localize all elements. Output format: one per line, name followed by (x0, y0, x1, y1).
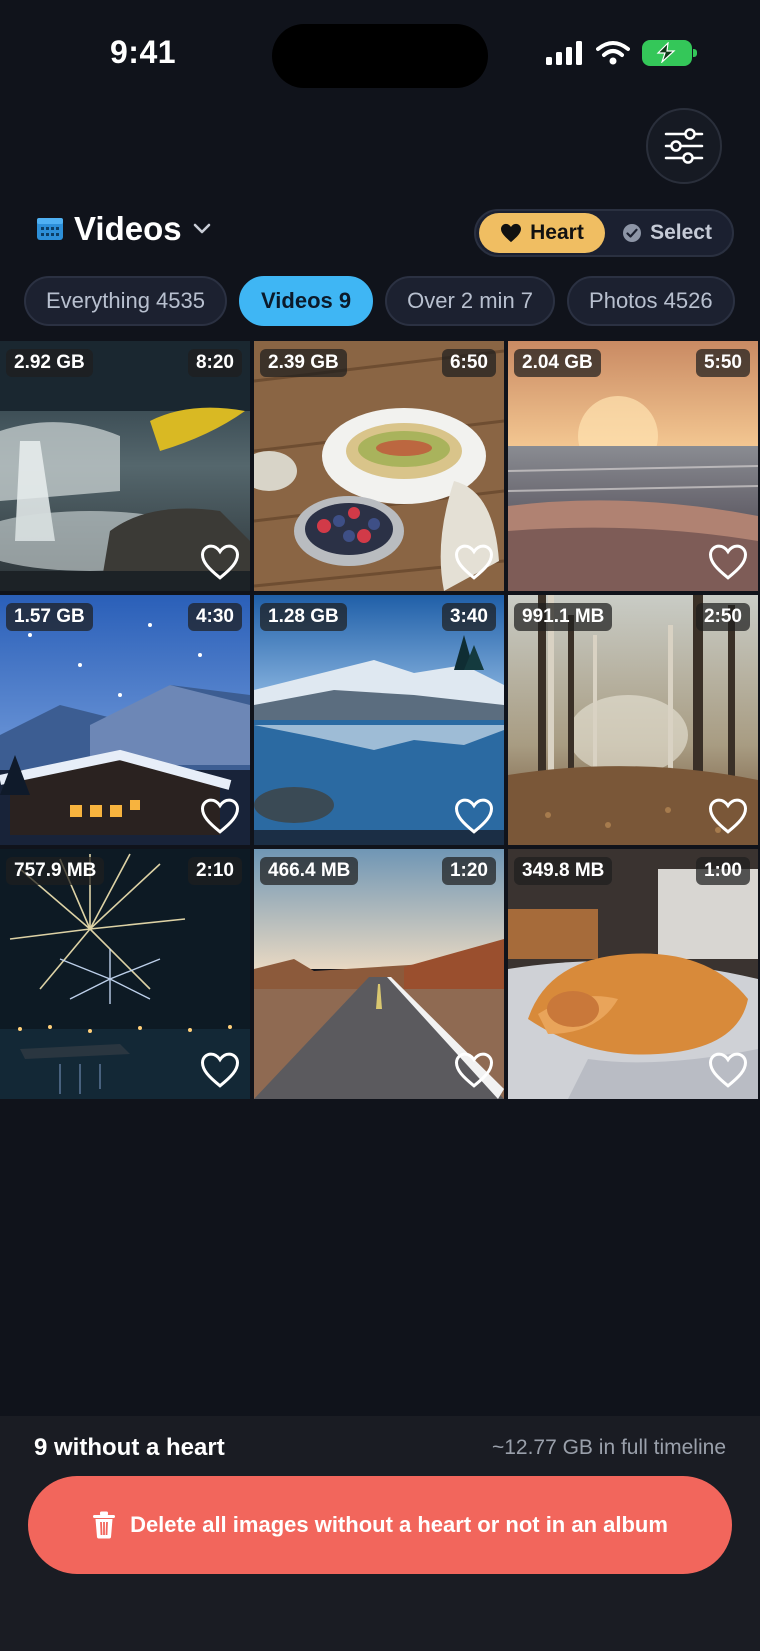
duration-badge: 4:30 (187, 603, 242, 631)
duration-badge: 1:00 (695, 857, 750, 885)
heart-outline-icon[interactable] (200, 543, 240, 581)
duration-badge: 8:20 (187, 349, 242, 377)
file-size-badge: 2.04 GB (514, 349, 601, 377)
heart-outline-icon[interactable] (454, 543, 494, 581)
unhearted-count: 9 without a heart (34, 1434, 225, 1461)
battery-charging-icon (642, 40, 697, 66)
file-size-badge: 2.92 GB (6, 349, 93, 377)
bottom-panel: 9 without a heart ~12.77 GB in full time… (0, 1416, 760, 1651)
duration-badge: 3:40 (441, 603, 496, 631)
heart-outline-icon[interactable] (200, 797, 240, 835)
file-size-badge: 1.28 GB (260, 603, 347, 631)
video-tile-fireworks[interactable]: 757.9 MB 2:10 (0, 849, 250, 1099)
heart-outline-icon[interactable] (454, 1051, 494, 1089)
status-icons (546, 40, 697, 66)
delete-unhearted-button[interactable]: Delete all images without a heart or not… (28, 1476, 732, 1574)
duration-badge: 5:50 (695, 349, 750, 377)
mode-segmented-control: Heart Select (474, 209, 734, 257)
chip-photos[interactable]: Photos 4526 (567, 276, 735, 326)
heart-outline-icon[interactable] (708, 797, 748, 835)
sliders-icon (664, 128, 704, 164)
duration-badge: 6:50 (441, 349, 496, 377)
select-mode-label: Select (650, 221, 712, 244)
chip-everything[interactable]: Everything 4535 (24, 276, 227, 326)
full-timeline-size: ~12.77 GB in full timeline (491, 1436, 726, 1459)
status-time: 9:41 (110, 34, 177, 70)
video-tile-avocado-toast[interactable]: 2.39 GB 6:50 (254, 341, 504, 591)
duration-badge: 1:20 (441, 857, 496, 885)
cellular-signal-icon (546, 41, 582, 65)
heart-mode-button[interactable]: Heart (479, 213, 605, 253)
album-selector[interactable]: Videos (36, 210, 212, 248)
chip-over-2-min[interactable]: Over 2 min 7 (385, 276, 556, 326)
video-tile-snowy-cabin[interactable]: 1.57 GB 4:30 (0, 595, 250, 845)
file-size-badge: 2.39 GB (260, 349, 347, 377)
page-title: Videos (74, 210, 182, 247)
filter-chips: Everything 4535 Videos 9 Over 2 min 7 Ph… (24, 276, 735, 326)
select-mode-button[interactable]: Select (605, 221, 729, 245)
video-tile-autumn-forest[interactable]: 991.1 MB 2:50 (508, 595, 758, 845)
duration-badge: 2:50 (695, 603, 750, 631)
video-tile-mountain-lake[interactable]: 1.28 GB 3:40 (254, 595, 504, 845)
heart-outline-icon[interactable] (708, 1051, 748, 1089)
file-size-badge: 757.9 MB (6, 857, 105, 885)
heart-outline-icon[interactable] (200, 1051, 240, 1089)
video-tile-waterfall[interactable]: 2.92 GB 8:20 (0, 341, 250, 591)
chevron-down-icon (193, 223, 210, 234)
filter-button[interactable] (646, 108, 722, 184)
video-tile-beach-sunset[interactable]: 2.04 GB 5:50 (508, 341, 758, 591)
video-album-icon (37, 218, 63, 240)
media-grid: 2.92 GB 8:20 2.39 GB 6:50 2.04 GB 5:50 1… (0, 341, 760, 1099)
video-tile-desert-road[interactable]: 466.4 MB 1:20 (254, 849, 504, 1099)
file-size-badge: 349.8 MB (514, 857, 613, 885)
trash-icon (93, 1511, 116, 1539)
file-size-badge: 991.1 MB (514, 603, 613, 631)
heart-outline-icon[interactable] (454, 797, 494, 835)
video-tile-sleeping-dog[interactable]: 349.8 MB 1:00 (508, 849, 758, 1099)
checkmark-circle-icon (623, 224, 642, 242)
dynamic-island (272, 24, 488, 88)
delete-button-label: Delete all images without a heart or not… (130, 1512, 668, 1537)
heart-mode-label: Heart (530, 221, 584, 244)
chip-videos[interactable]: Videos 9 (239, 276, 374, 326)
heart-filled-icon (501, 223, 522, 243)
duration-badge: 2:10 (187, 857, 242, 885)
file-size-badge: 1.57 GB (6, 603, 93, 631)
wifi-icon (596, 41, 630, 65)
screen: 9:41 Videos Heart Select Everything 4535… (0, 0, 760, 1651)
heart-outline-icon[interactable] (708, 543, 748, 581)
file-size-badge: 466.4 MB (260, 857, 359, 885)
